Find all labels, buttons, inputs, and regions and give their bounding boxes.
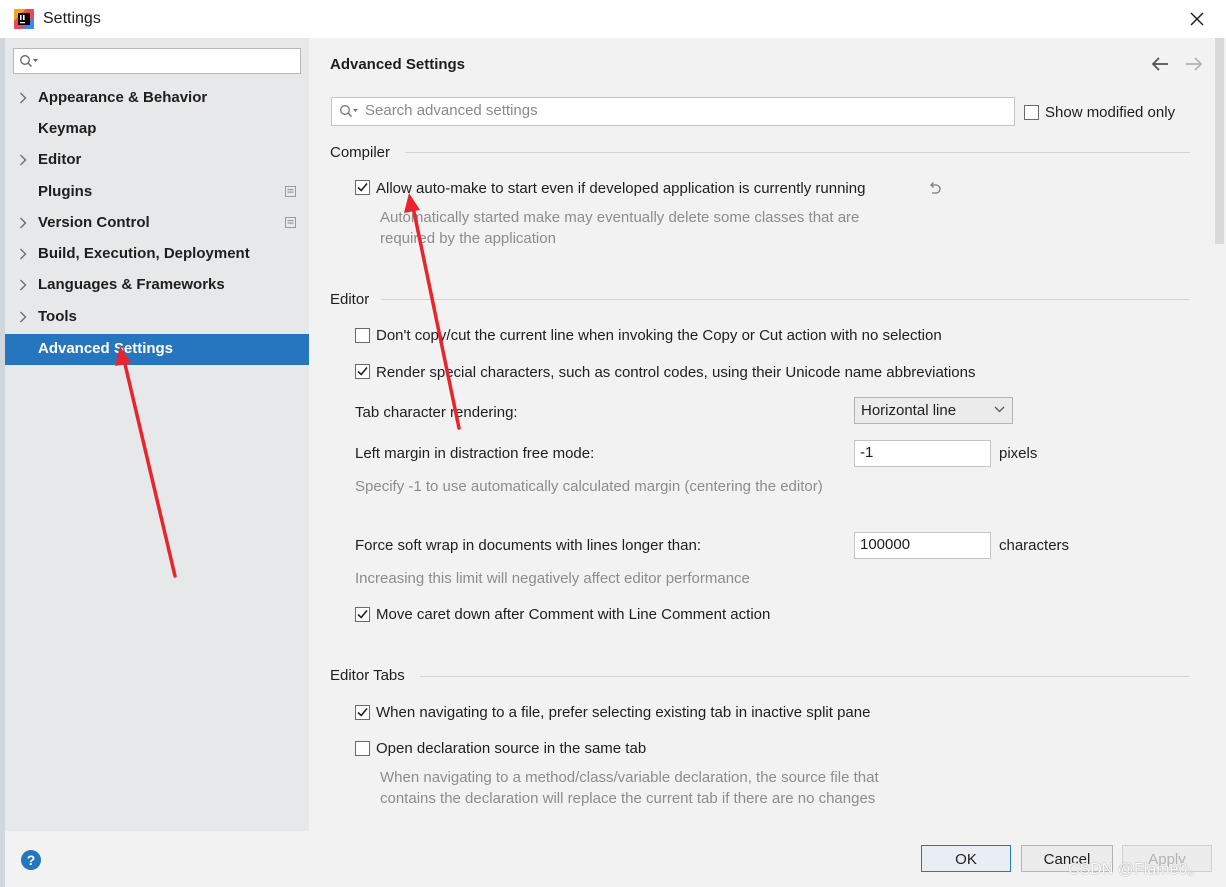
move-caret-label: Move caret down after Comment with Line … [376, 606, 771, 623]
prefer-existing-tab-label: When navigating to a file, prefer select… [376, 704, 871, 721]
auto-make-label: Allow auto-make to start even if develop… [376, 180, 866, 197]
soft-wrap-unit: characters [999, 537, 1070, 554]
chevron-right-icon [20, 154, 27, 166]
chevron-right-icon [20, 92, 27, 104]
chevron-right-icon [20, 248, 27, 260]
sidebar-item-build-execution-deployment[interactable]: Build, Execution, Deployment [5, 239, 309, 270]
chevron-right-icon [20, 311, 27, 323]
open-same-tab-checkbox[interactable] [355, 741, 370, 756]
sidebar-item-label: Build, Execution, Deployment [38, 245, 250, 262]
sidebar-item-advanced-settings[interactable]: Advanced Settings [5, 334, 309, 365]
back-arrow-icon[interactable] [1150, 55, 1170, 73]
left-margin-field[interactable] [854, 440, 991, 467]
tab-rendering-label: Tab character rendering: [355, 404, 518, 421]
sidebar-search-input[interactable] [13, 48, 301, 74]
checkmark-icon [357, 182, 368, 192]
move-caret-checkbox[interactable] [355, 607, 370, 622]
help-button[interactable]: ? [21, 850, 41, 870]
settings-content: Advanced Settings Show modified only Com… [309, 38, 1226, 831]
sidebar-item-tools[interactable]: Tools [5, 302, 309, 333]
window-title: Settings [43, 10, 101, 27]
soft-wrap-field[interactable] [854, 532, 991, 559]
section-editor-tabs-title: Editor Tabs [330, 667, 405, 684]
left-margin-unit: pixels [999, 445, 1038, 462]
show-modified-only-label: Show modified only [1045, 104, 1176, 121]
chevron-right-icon [20, 217, 27, 229]
checkmark-icon [357, 609, 368, 619]
search-icon [20, 55, 38, 67]
auto-make-hint: Automatically started make may eventuall… [380, 209, 860, 247]
render-special-label: Render special characters, such as contr… [376, 364, 976, 381]
sidebar-item-plugins[interactable]: Plugins [5, 177, 309, 208]
sidebar-item-label: Languages & Frameworks [38, 276, 225, 293]
show-modified-only-checkbox[interactable] [1024, 105, 1039, 120]
section-editor-title: Editor [330, 291, 370, 308]
sidebar-item-label: Advanced Settings [38, 340, 174, 357]
ok-button[interactable]: OK [921, 845, 1011, 872]
sidebar-item-label: Keymap [38, 120, 97, 137]
soft-wrap-input[interactable] [860, 534, 985, 555]
dont-copy-checkbox[interactable] [355, 328, 370, 343]
sidebar-item-version-control[interactable]: Version Control [5, 208, 309, 239]
sidebar-item-label: Plugins [38, 183, 93, 200]
advanced-search-input[interactable] [365, 101, 1005, 120]
section-divider [381, 299, 1190, 300]
chevron-right-icon [20, 279, 27, 291]
title-bar: Settings [0, 0, 1226, 38]
section-divider [420, 676, 1190, 677]
dialog-footer: ? OK Cancel Apply CSDN @Flame0。 [5, 831, 1226, 887]
sidebar-item-editor[interactable]: Editor [5, 145, 309, 176]
search-icon [340, 105, 358, 117]
checkmark-icon [357, 366, 368, 376]
chevron-down-icon [994, 406, 1005, 413]
sidebar-item-label: Version Control [38, 214, 150, 231]
settings-sidebar: Appearance & Behavior Keymap Editor Plug… [5, 38, 309, 831]
tab-rendering-value: Horizontal line [861, 402, 957, 419]
sidebar-item-label: Tools [38, 308, 77, 325]
left-margin-hint: Specify -1 to use automatically calculat… [355, 478, 823, 495]
soft-wrap-label: Force soft wrap in documents with lines … [355, 537, 702, 554]
project-settings-icon [285, 186, 296, 197]
soft-wrap-hint: Increasing this limit will negatively af… [355, 570, 750, 587]
watermark: CSDN @Flame0。 [1068, 861, 1204, 878]
project-settings-icon [285, 217, 296, 228]
page-title: Advanced Settings [330, 56, 466, 73]
sidebar-item-languages-frameworks[interactable]: Languages & Frameworks [5, 270, 309, 301]
advanced-search-field[interactable] [331, 97, 1015, 126]
left-margin-input[interactable] [860, 442, 985, 463]
close-icon[interactable] [1186, 8, 1208, 30]
open-same-tab-label: Open declaration source in the same tab [376, 740, 647, 757]
reset-to-default-icon[interactable] [926, 180, 942, 196]
intellij-idea-icon [14, 9, 34, 29]
section-divider [405, 152, 1190, 153]
forward-arrow-icon[interactable] [1184, 55, 1204, 73]
sidebar-item-appearance-behavior[interactable]: Appearance & Behavior [5, 83, 309, 114]
sidebar-item-label: Appearance & Behavior [38, 89, 208, 106]
open-same-tab-hint: When navigating to a method/class/variab… [380, 769, 879, 807]
render-special-checkbox[interactable] [355, 364, 370, 379]
tab-rendering-dropdown[interactable]: Horizontal line [854, 397, 1013, 424]
sidebar-item-keymap[interactable]: Keymap [5, 114, 309, 145]
checkmark-icon [357, 707, 368, 717]
section-compiler-title: Compiler [330, 144, 391, 161]
sidebar-item-label: Editor [38, 151, 82, 168]
auto-make-checkbox[interactable] [355, 180, 370, 195]
scrollbar-thumb[interactable] [1215, 38, 1224, 244]
left-margin-label: Left margin in distraction free mode: [355, 445, 595, 462]
prefer-existing-tab-checkbox[interactable] [355, 705, 370, 720]
dont-copy-label: Don't copy/cut the current line when inv… [376, 327, 942, 344]
